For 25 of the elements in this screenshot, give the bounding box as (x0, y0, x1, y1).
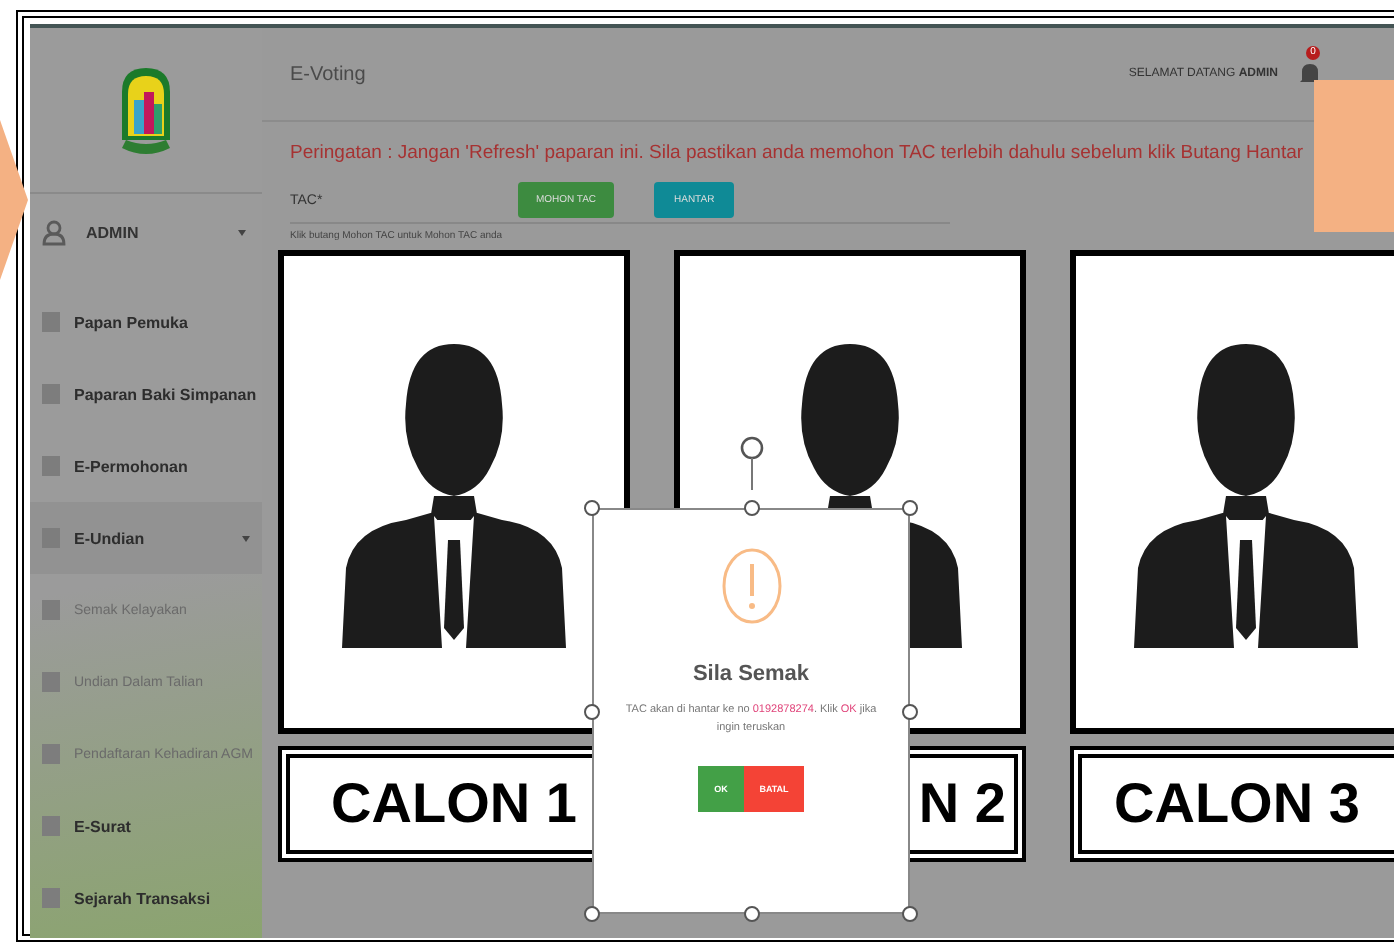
sidebar-item[interactable]: E-Undian (30, 502, 262, 574)
sidebar-item[interactable]: E-Surat (30, 790, 262, 862)
caret-icon (242, 535, 250, 541)
sidebar-item[interactable]: Sejarah Transaksi (30, 862, 262, 934)
sidebar-item[interactable]: Papan Pemuka (30, 286, 262, 358)
menu-icon (42, 456, 60, 476)
menu-icon (42, 672, 60, 692)
sidebar-item[interactable]: Paparan Baki Simpanan (30, 358, 262, 430)
menu-icon (42, 600, 60, 620)
dialog-title: Sila Semak (692, 662, 810, 686)
rotate-handle-icon[interactable] (738, 434, 766, 490)
page-title: E-Voting (290, 63, 368, 85)
bell-icon[interactable] (1298, 60, 1322, 88)
warning-icon (719, 546, 783, 626)
user-icon (42, 219, 66, 245)
user-menu[interactable]: ADMIN (30, 194, 262, 270)
menu-icon (42, 384, 60, 404)
caret-icon (238, 229, 246, 235)
sidebar-item[interactable]: E-Permohonan (30, 430, 262, 502)
menu-icon (42, 888, 60, 908)
menu-icon (42, 816, 60, 836)
warning-text: Peringatan : Jangan 'Refresh' paparan ini. Sila pastikan anda memohon TAC terlebih dahulu sebelum klik Butang Hantar (290, 142, 1306, 164)
menu-icon (42, 744, 60, 764)
menu-icon (42, 312, 60, 332)
candidate-label: CALON 3 (1070, 746, 1394, 862)
